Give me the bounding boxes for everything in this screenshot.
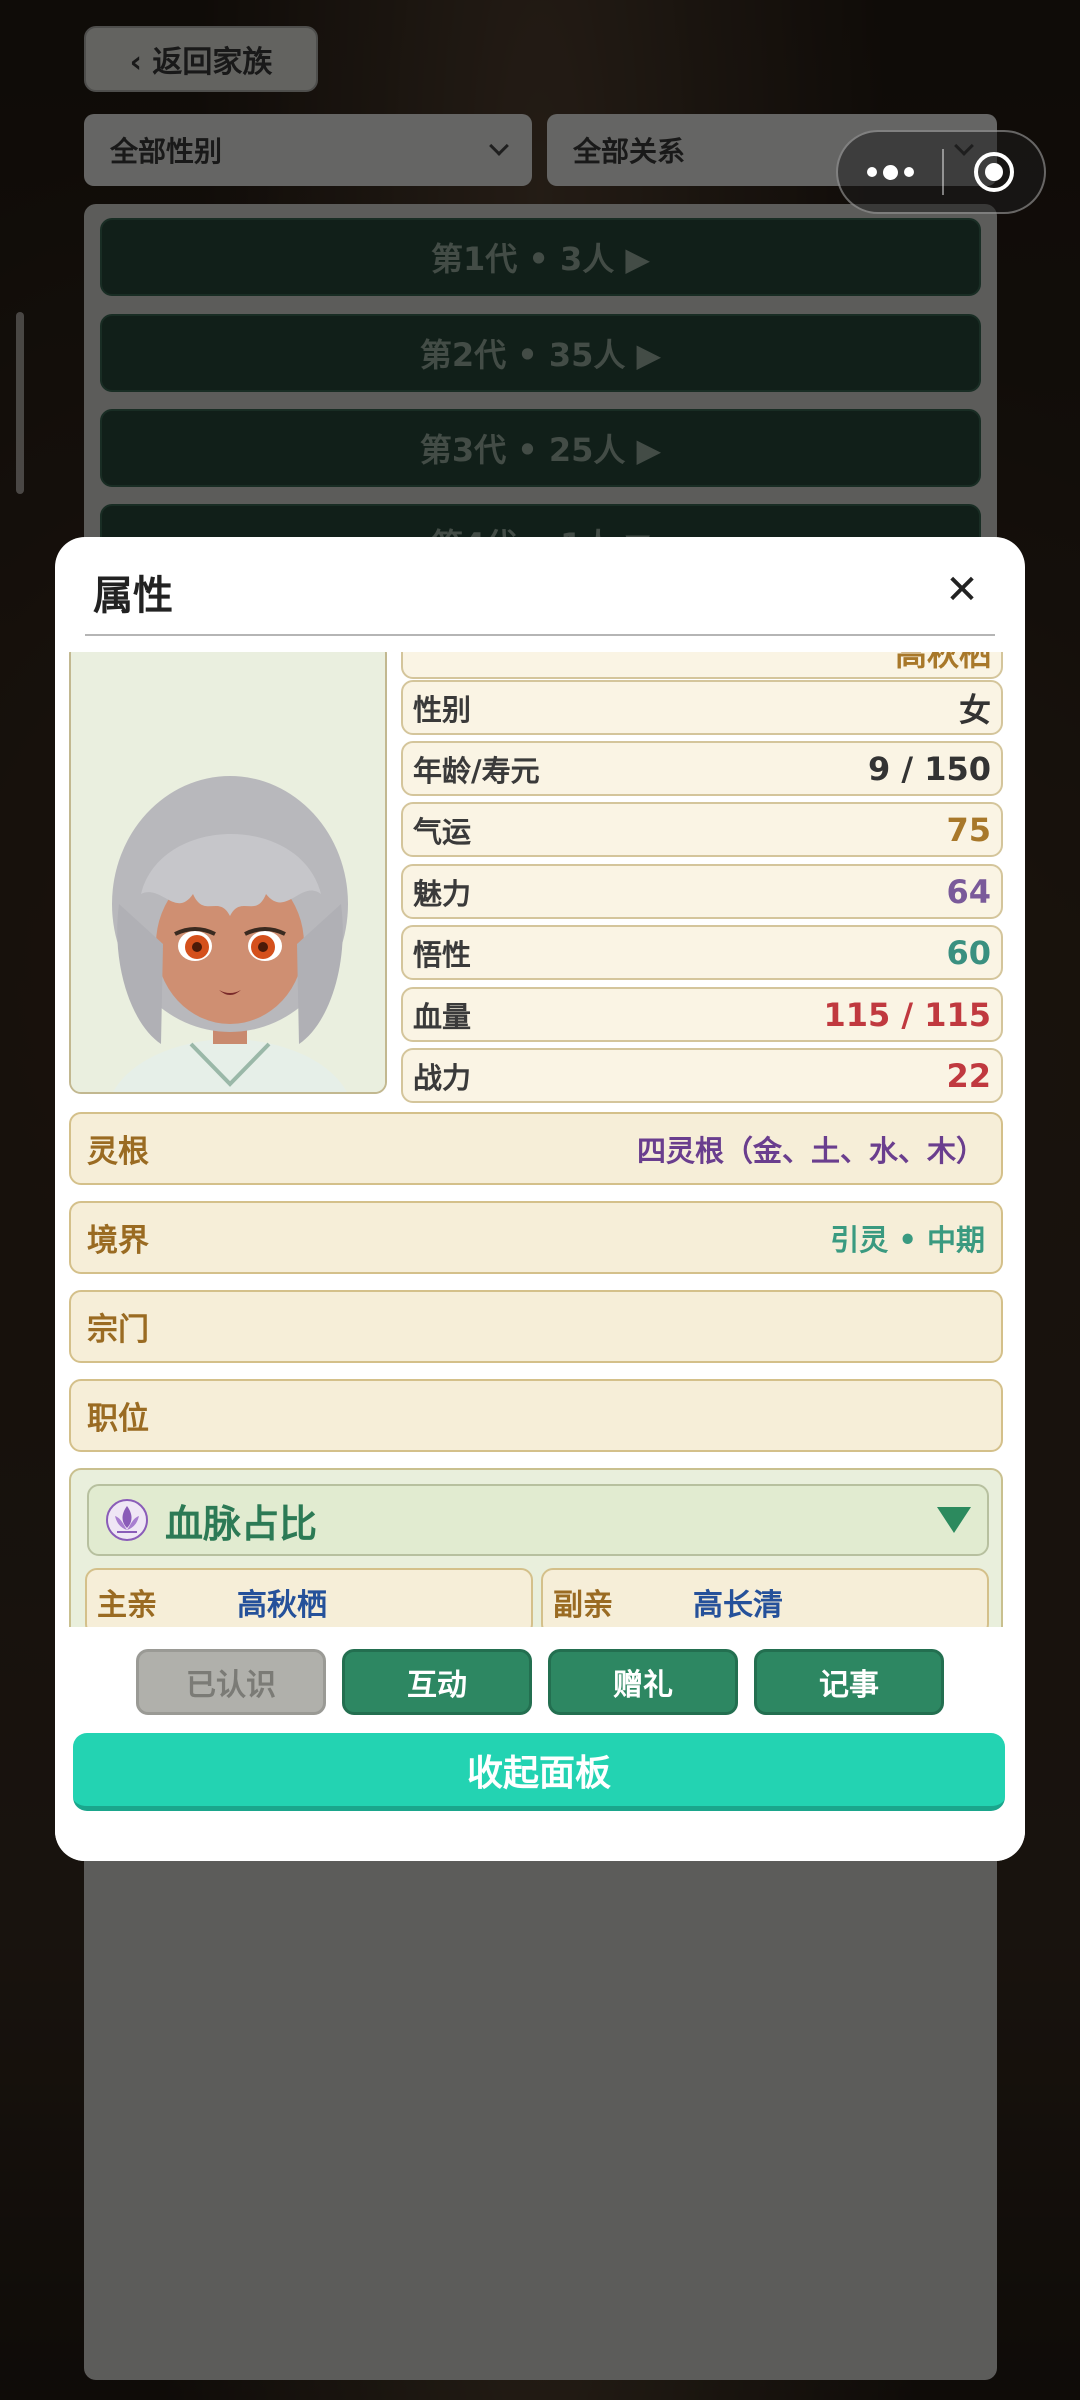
collapse-panel-button[interactable]: 收起面板	[73, 1733, 1005, 1811]
stat-row-partial: 高秋栖	[401, 652, 1003, 679]
interact-button[interactable]: 互动	[342, 1649, 532, 1715]
close-miniprogram-button[interactable]	[944, 152, 1044, 192]
secondary-parent-box: 副亲 高长清	[541, 1568, 989, 1636]
modal-title: 属性	[93, 573, 173, 619]
known-button[interactable]: 已认识	[136, 1649, 326, 1715]
lotus-icon	[106, 1499, 148, 1541]
character-avatar-image	[71, 652, 385, 1092]
dot-icon	[866, 167, 877, 177]
modal-actions: 已认识 互动 赠礼 记事 收起面板	[55, 1627, 1025, 1861]
close-icon[interactable]: ✕	[937, 565, 987, 615]
stat-row-gender: 性别 女	[401, 680, 1003, 735]
gift-button[interactable]: 赠礼	[548, 1649, 738, 1715]
modal-divider	[85, 634, 995, 636]
caret-down-icon	[937, 1507, 971, 1533]
attributes-modal: 属性 ✕ 高秋栖 性别 女 年龄/寿元 9 / 150 气运 75 魅力 64 …	[55, 537, 1025, 1861]
bloodline-header[interactable]: 血脉占比	[87, 1484, 989, 1556]
target-icon	[974, 152, 1014, 192]
main-parent-box: 主亲 高秋栖	[85, 1568, 533, 1636]
attributes-scroll-area[interactable]: 高秋栖 性别 女 年龄/寿元 9 / 150 气运 75 魅力 64 悟性 60…	[55, 652, 1025, 1182]
stat-row-hp: 血量 115 / 115	[401, 987, 1003, 1042]
position-row: 职位	[69, 1379, 1003, 1452]
stat-row-luck: 气运 75	[401, 802, 1003, 857]
spirit-root-row: 灵根 四灵根（金、土、水、木）	[69, 1112, 1003, 1185]
sect-row: 宗门	[69, 1290, 1003, 1363]
realm-row: 境界 引灵 • 中期	[69, 1201, 1003, 1274]
bloodline-title: 血脉占比	[165, 1501, 318, 1546]
stat-row-age: 年龄/寿元 9 / 150	[401, 741, 1003, 796]
more-menu-button[interactable]	[838, 164, 942, 180]
stat-value: 高秋栖	[894, 652, 991, 673]
character-portrait	[69, 652, 387, 1094]
dot-icon	[903, 167, 914, 177]
stat-row-charm: 魅力 64	[401, 864, 1003, 919]
stat-row-comprehension: 悟性 60	[401, 925, 1003, 980]
notes-button[interactable]: 记事	[754, 1649, 944, 1715]
dot-icon	[882, 164, 898, 180]
stat-row-power: 战力 22	[401, 1048, 1003, 1103]
miniprogram-capsule	[836, 130, 1046, 214]
